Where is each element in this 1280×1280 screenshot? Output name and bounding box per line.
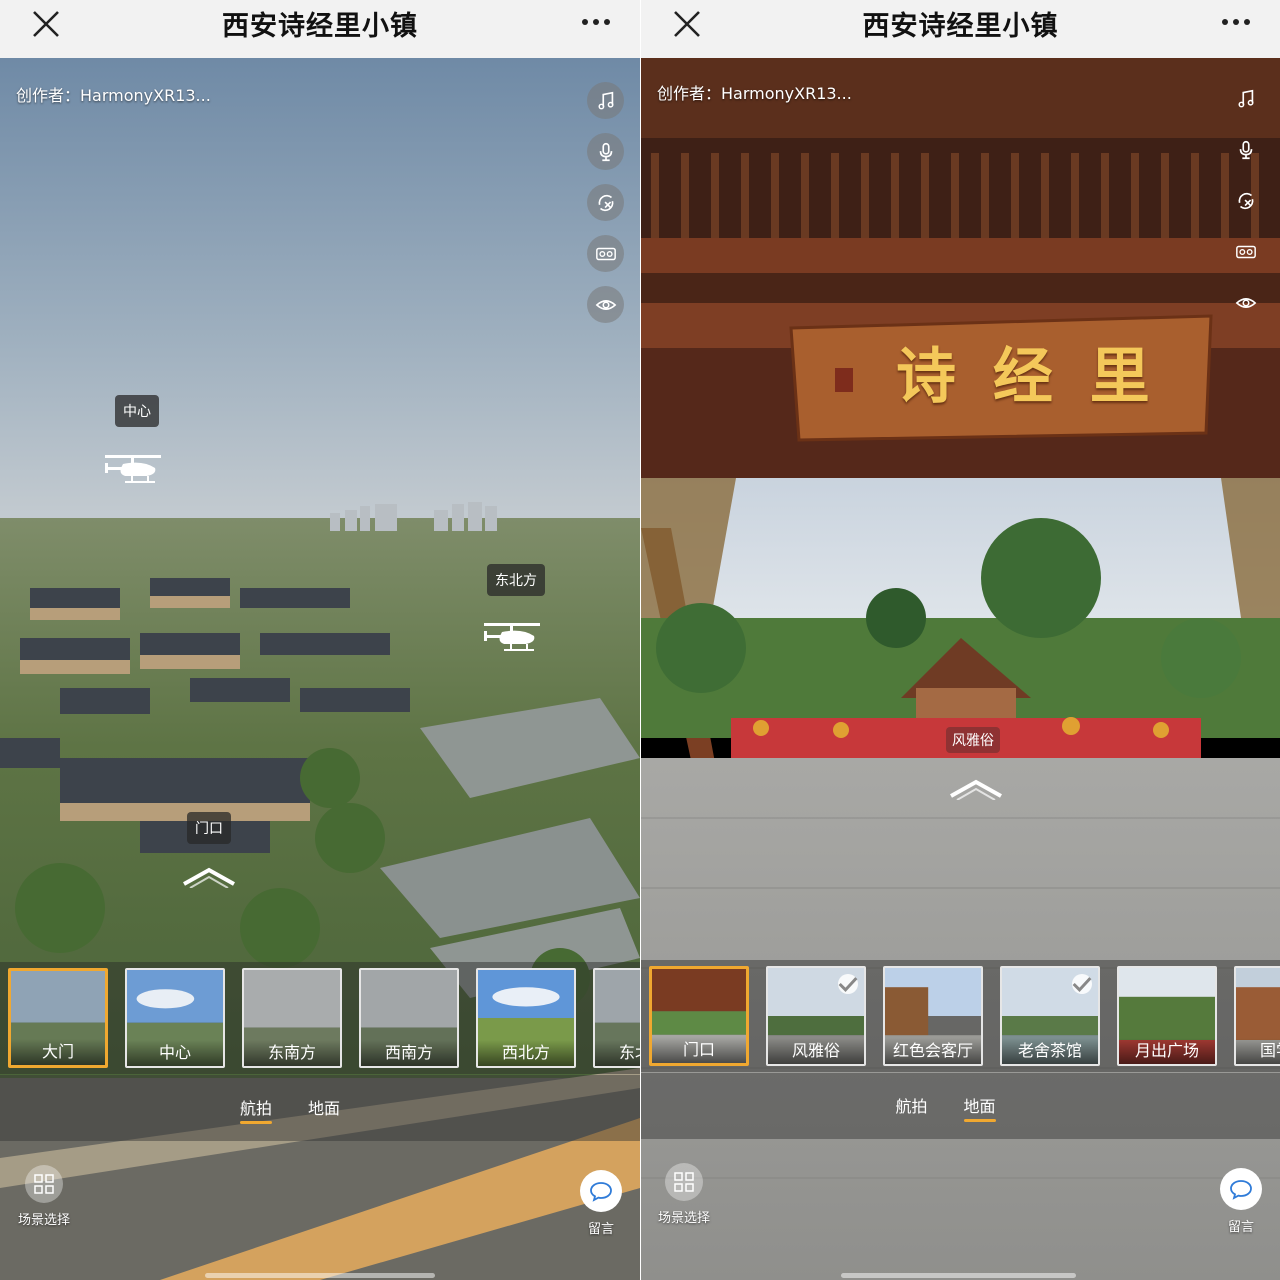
more-icon[interactable] bbox=[580, 8, 612, 36]
panel-divider bbox=[640, 0, 641, 1280]
close-icon[interactable] bbox=[671, 8, 703, 40]
scene-thumbnail[interactable]: 中心 bbox=[125, 968, 225, 1068]
message-button[interactable]: 留言 bbox=[1220, 1168, 1262, 1235]
scene-thumbnail-strip: 大门 中心 东南方 西南方 西北方 东北方 bbox=[0, 962, 640, 1074]
toolbar-right bbox=[587, 82, 624, 323]
eye-icon bbox=[1235, 297, 1256, 308]
scene-thumbnail[interactable]: 东南方 bbox=[242, 968, 342, 1068]
scene-thumbnail[interactable]: 红色会客厅 bbox=[883, 966, 983, 1066]
scene-thumbnail[interactable]: 东北方 bbox=[593, 968, 640, 1068]
scene-thumbnail[interactable]: 月出广场 bbox=[1117, 966, 1217, 1066]
chat-icon bbox=[590, 1182, 612, 1202]
scene-thumbnail[interactable]: 老舍茶馆 bbox=[1000, 966, 1100, 1066]
view-mode-button[interactable] bbox=[1227, 284, 1264, 321]
tab-ground[interactable]: 地面 bbox=[308, 1075, 340, 1141]
top-bar: 西安诗经里小镇 bbox=[641, 0, 1280, 58]
panorama-viewer-aerial: 西安诗经里小镇 中心 东北方 门口 创作者：HarmonyXR13... 大门 … bbox=[0, 0, 640, 1280]
music-icon bbox=[1237, 89, 1254, 107]
view-mode-button[interactable] bbox=[587, 286, 624, 323]
vr-glasses-icon bbox=[1235, 245, 1256, 258]
music-icon bbox=[597, 91, 614, 109]
hotspot-label-center[interactable]: 中心 bbox=[115, 395, 159, 427]
panorama-viewer-ground: 西安诗经里小镇 诗 经 里 风雅俗 创作者：HarmonyXR13... 门口 … bbox=[641, 0, 1280, 1280]
close-icon[interactable] bbox=[30, 8, 62, 40]
chat-icon bbox=[1230, 1180, 1252, 1200]
gyroscope-button[interactable] bbox=[1227, 182, 1264, 219]
music-button[interactable] bbox=[1227, 80, 1264, 117]
scene-thumbnail[interactable]: 国学馆 bbox=[1234, 966, 1280, 1066]
scene-select-button[interactable]: 场景选择 bbox=[658, 1163, 710, 1226]
voice-button[interactable] bbox=[1227, 131, 1264, 168]
check-icon bbox=[838, 974, 858, 994]
helicopter-icon[interactable] bbox=[482, 620, 546, 654]
grid-icon bbox=[34, 1174, 54, 1194]
tab-aerial[interactable]: 航拍 bbox=[239, 1075, 273, 1141]
scene-select-button[interactable]: 场景选择 bbox=[18, 1165, 70, 1228]
forward-arrow-icon[interactable] bbox=[180, 864, 238, 888]
hotspot-label-gate[interactable]: 门口 bbox=[187, 812, 231, 844]
scene-thumbnail[interactable]: 门口 bbox=[649, 966, 749, 1066]
scene-thumbnail[interactable]: 风雅俗 bbox=[766, 966, 866, 1066]
message-button[interactable]: 留言 bbox=[580, 1170, 622, 1237]
author-label: 创作者：HarmonyXR13... bbox=[657, 84, 852, 103]
vr-glasses-icon bbox=[595, 247, 616, 260]
toolbar-right bbox=[1227, 80, 1264, 321]
category-tab-bar: 航拍 地面 bbox=[0, 1075, 640, 1141]
helicopter-icon[interactable] bbox=[103, 452, 167, 486]
voice-button[interactable] bbox=[587, 133, 624, 170]
microphone-icon bbox=[599, 142, 612, 161]
eye-icon bbox=[595, 299, 616, 310]
page-title: 西安诗经里小镇 bbox=[862, 10, 1059, 42]
gyroscope-icon bbox=[1238, 192, 1253, 209]
scene-thumbnail[interactable]: 西北方 bbox=[476, 968, 576, 1068]
music-button[interactable] bbox=[587, 82, 624, 119]
home-indicator bbox=[841, 1273, 1076, 1278]
scene-thumbnail[interactable]: 西南方 bbox=[359, 968, 459, 1068]
scene-thumbnail[interactable]: 大门 bbox=[8, 968, 108, 1068]
microphone-icon bbox=[1239, 140, 1252, 159]
top-bar: 西安诗经里小镇 bbox=[0, 0, 640, 58]
vr-mode-button[interactable] bbox=[1227, 233, 1264, 270]
gate-sign-text: 诗 经 里 bbox=[896, 342, 1158, 412]
forward-arrow-icon[interactable] bbox=[947, 776, 1005, 800]
grid-icon bbox=[674, 1172, 694, 1192]
category-tab-bar: 航拍 地面 bbox=[641, 1073, 1280, 1139]
page-title: 西安诗经里小镇 bbox=[222, 10, 418, 42]
home-indicator bbox=[205, 1273, 435, 1278]
gyroscope-button[interactable] bbox=[587, 184, 624, 221]
more-icon[interactable] bbox=[1220, 8, 1252, 36]
author-label: 创作者：HarmonyXR13... bbox=[16, 86, 211, 105]
gyroscope-icon bbox=[598, 194, 613, 211]
check-icon bbox=[1072, 974, 1092, 994]
scene-thumbnail-strip: 门口 风雅俗 红色会客厅 老舍茶馆 月出广场 国学馆 bbox=[641, 960, 1280, 1072]
tab-aerial[interactable]: 航拍 bbox=[895, 1073, 927, 1139]
vr-mode-button[interactable] bbox=[587, 235, 624, 272]
hotspot-label-northeast[interactable]: 东北方 bbox=[487, 564, 545, 596]
hotspot-label-fengyasu[interactable]: 风雅俗 bbox=[946, 727, 1000, 753]
tab-ground[interactable]: 地面 bbox=[963, 1073, 996, 1139]
